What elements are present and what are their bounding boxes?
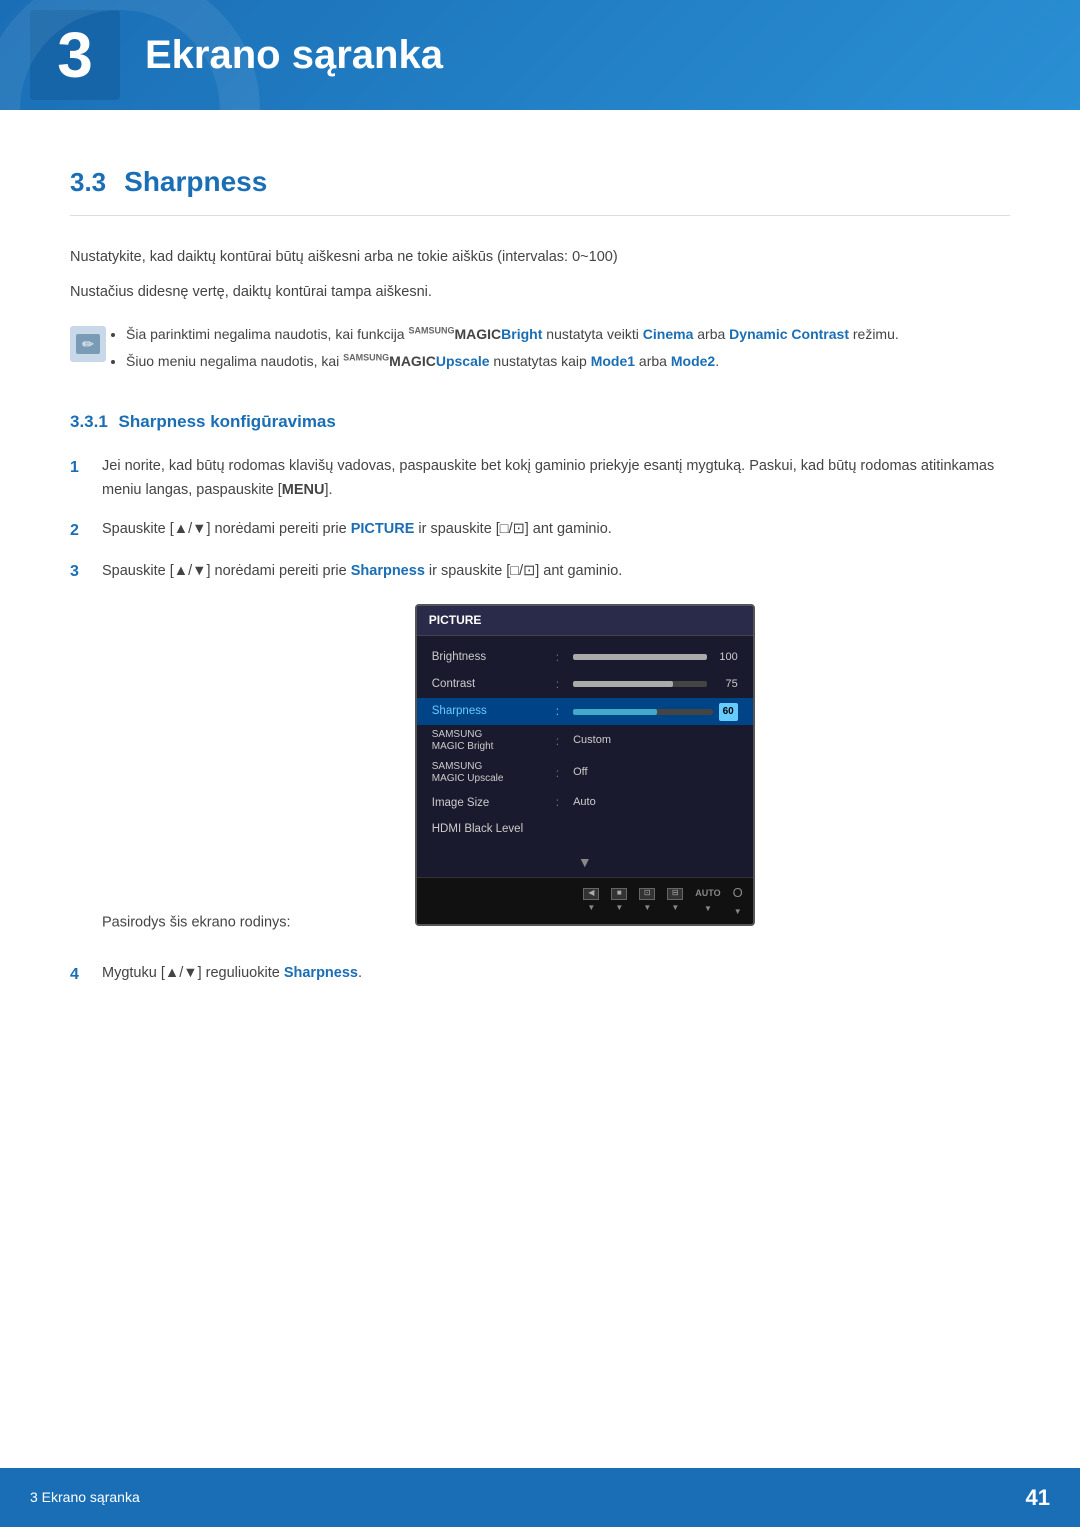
subsection-heading: 3.3.1 Sharpness konfigūravimas	[70, 408, 1010, 435]
osd-label-magic-bright: SAMSUNGMAGIC Bright	[432, 729, 542, 753]
header-banner: 3 Ekrano sąranka	[0, 0, 1080, 110]
description-2: Nustačius didesnę vertę, daiktų kontūrai…	[70, 281, 1010, 304]
pencil-icon	[76, 334, 100, 354]
osd-label-brightness: Brightness	[432, 648, 542, 666]
subsection-title: Sharpness konfigūravimas	[119, 412, 336, 431]
step-3-text: Spauskite [▲/▼] norėdami pereiti prie Sh…	[102, 563, 622, 579]
osd-container: PICTURE Brightness : 100	[415, 604, 755, 926]
step-2: 2 Spauskite [▲/▼] norėdami pereiti prie …	[70, 518, 1010, 544]
osd-title-bar: PICTURE	[417, 606, 753, 636]
section-number: 3.3	[70, 162, 106, 204]
osd-item-brightness: Brightness : 100	[417, 644, 753, 671]
note-item-2: Šiuo meniu negalima naudotis, kai SAMSUN…	[126, 351, 899, 372]
steps-list: 1 Jei norite, kad būtų rodomas klavišų v…	[70, 455, 1010, 987]
osd-toolbar-auto: AUTO ▼	[695, 886, 720, 915]
osd-screen: PICTURE Brightness : 100	[415, 604, 755, 926]
step-1: 1 Jei norite, kad būtų rodomas klavišų v…	[70, 455, 1010, 501]
step-1-number: 1	[70, 455, 88, 481]
osd-bar-sharpness: 60	[573, 703, 738, 721]
osd-label-image-size: Image Size	[432, 794, 542, 812]
footer-left: 3 Ekrano sąranka	[30, 1486, 140, 1508]
step-2-number: 2	[70, 518, 88, 544]
chapter-number-box: 3	[30, 10, 120, 100]
section-title: Sharpness	[124, 160, 267, 205]
footer: 3 Ekrano sąranka 41	[0, 1468, 1080, 1527]
note-item-1: Šia parinktimi negalima naudotis, kai fu…	[126, 324, 899, 345]
description-1: Nustatykite, kad daiktų kontūrai būtų ai…	[70, 246, 1010, 269]
osd-item-hdmi: HDMI Black Level	[417, 816, 753, 842]
step-1-text: Jei norite, kad būtų rodomas klavišų vad…	[102, 455, 1010, 501]
subsection-number: 3.3.1	[70, 412, 108, 431]
step-3-content: Spauskite [▲/▼] norėdami pereiti prie Sh…	[102, 559, 755, 946]
footer-right: 41	[1026, 1480, 1050, 1515]
osd-scroll-indicator: ▼	[417, 851, 753, 877]
osd-bar-contrast: 75	[573, 676, 738, 694]
step-3-number: 3	[70, 559, 88, 585]
osd-item-contrast: Contrast : 75	[417, 671, 753, 698]
chapter-title: Ekrano sąranka	[145, 23, 443, 87]
osd-toolbar-power: Ο ▼	[733, 883, 743, 919]
osd-toolbar-menu: ⊟ ▼	[667, 888, 683, 915]
step-3-subtext: Pasirodys šis ekrano rodinys:	[102, 914, 291, 930]
osd-label-sharpness: Sharpness	[432, 702, 542, 720]
step-4-text: Mygtuku [▲/▼] reguliuokite Sharpness.	[102, 962, 362, 985]
osd-label-magic-upscale: SAMSUNGMAGIC Upscale	[432, 761, 542, 785]
osd-item-sharpness: Sharpness : 60	[417, 698, 753, 725]
osd-bar-brightness: 100	[573, 649, 738, 667]
note-list: Šia parinktimi negalima naudotis, kai fu…	[121, 324, 899, 378]
osd-toolbar-back: ◀ ▼	[583, 888, 599, 915]
osd-label-contrast: Contrast	[432, 675, 542, 693]
step-4: 4 Mygtuku [▲/▼] reguliuokite Sharpness.	[70, 962, 1010, 988]
osd-toolbar: ◀ ▼ ■ ▼	[417, 877, 753, 924]
note-icon	[70, 326, 106, 362]
step-2-text: Spauskite [▲/▼] norėdami pereiti prie PI…	[102, 518, 612, 541]
main-content: 3.3 Sharpness Nustatykite, kad daiktų ko…	[0, 110, 1080, 1083]
osd-item-magic-upscale: SAMSUNGMAGIC Upscale : Off	[417, 757, 753, 789]
osd-toolbar-enter: ⊡ ▼	[639, 888, 655, 915]
osd-item-magic-bright: SAMSUNGMAGIC Bright : Custom	[417, 725, 753, 757]
note-box: Šia parinktimi negalima naudotis, kai fu…	[70, 324, 1010, 378]
osd-item-image-size: Image Size : Auto	[417, 789, 753, 816]
osd-toolbar-select: ■ ▼	[611, 888, 627, 915]
osd-label-hdmi: HDMI Black Level	[432, 820, 542, 838]
osd-menu: Brightness : 100	[417, 636, 753, 851]
step-3: 3 Spauskite [▲/▼] norėdami pereiti prie …	[70, 559, 1010, 946]
section-heading: 3.3 Sharpness	[70, 160, 1010, 216]
step-4-number: 4	[70, 962, 88, 988]
chapter-number: 3	[57, 23, 93, 87]
